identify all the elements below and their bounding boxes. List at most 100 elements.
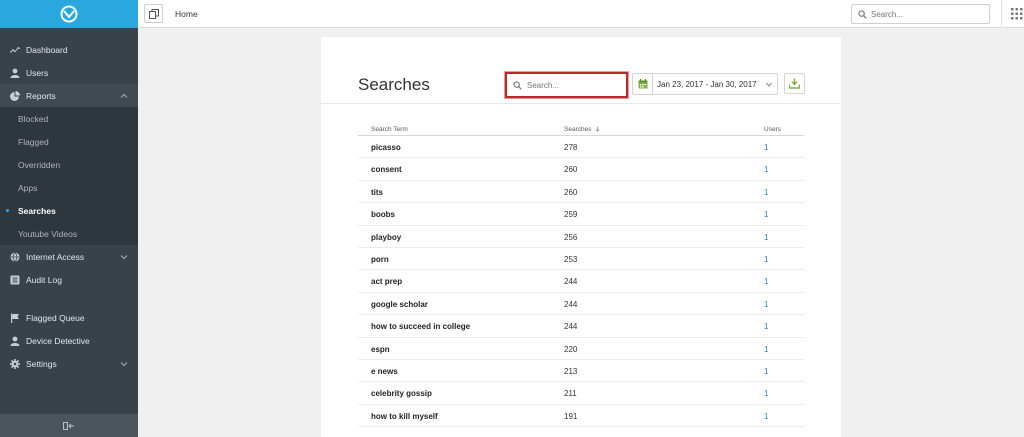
table-row[interactable]: tits 260 1: [358, 181, 804, 204]
global-search-input[interactable]: [871, 9, 981, 19]
reports-submenu: Blocked Flagged Overridden Apps Searches…: [0, 107, 138, 245]
search-term-cell: how to succeed in college: [371, 322, 471, 332]
search-term-cell: boobs: [371, 210, 395, 220]
search-term-cell: how to kill myself: [371, 411, 438, 421]
table-row[interactable]: how to kill myself 191 1: [358, 405, 804, 428]
user-icon: [10, 336, 20, 346]
date-range-picker[interactable]: Jan 23, 2017 - Jan 30, 2017: [632, 73, 778, 95]
sidebar-item-blocked[interactable]: Blocked: [0, 107, 138, 130]
search-term-cell: celebrity gossip: [371, 389, 432, 399]
searches-count-cell: 191: [564, 411, 578, 421]
apps-grid-icon[interactable]: [1011, 8, 1023, 20]
chart-line-icon: [10, 45, 20, 55]
column-header-users[interactable]: Users: [764, 126, 781, 133]
searches-search[interactable]: [505, 72, 628, 98]
column-header-searches[interactable]: Searches: [564, 126, 600, 133]
searches-count-cell: 259: [564, 210, 578, 220]
sidebar-item-flagged-queue[interactable]: Flagged Queue: [0, 306, 138, 329]
users-count-link[interactable]: 1: [764, 300, 768, 309]
search-term-cell: google scholar: [371, 299, 428, 309]
sidebar-item-label: Users: [26, 67, 49, 78]
table-row[interactable]: picasso 278 1: [358, 136, 804, 159]
table-row[interactable]: e news 213 1: [358, 360, 804, 383]
users-count-link[interactable]: 1: [764, 412, 768, 421]
gear-icon: [10, 358, 20, 369]
searches-count-cell: 256: [564, 232, 578, 242]
users-count-link[interactable]: 1: [764, 255, 768, 264]
search-term-cell: espn: [371, 344, 390, 354]
sidebar-item-overridden[interactable]: Overridden: [0, 153, 138, 176]
sidebar-item-label: Youtube Videos: [18, 228, 78, 239]
sidebar-item-searches[interactable]: Searches: [0, 199, 138, 222]
table-row[interactable]: porn 253 1: [358, 248, 804, 271]
chevron-down-icon: [120, 360, 128, 368]
sidebar-item-internet-access[interactable]: Internet Access: [0, 245, 138, 268]
searches-count-cell: 213: [564, 366, 578, 376]
sort-down-icon: [595, 126, 600, 132]
calendar-icon: [638, 79, 647, 89]
sidebar-item-audit-log[interactable]: Audit Log: [0, 268, 138, 291]
sidebar-item-settings[interactable]: Settings: [0, 352, 138, 375]
global-search[interactable]: [851, 4, 990, 24]
users-count-link[interactable]: 1: [764, 345, 768, 354]
calendar-button[interactable]: [633, 74, 653, 94]
users-count-link[interactable]: 1: [764, 210, 768, 219]
column-header-search-term[interactable]: Search Term: [371, 126, 408, 133]
window-toggle-button[interactable]: [144, 4, 163, 23]
searches-count-cell: 211: [564, 389, 577, 399]
search-term-cell: tits: [371, 187, 383, 197]
sidebar-item-reports[interactable]: Reports: [0, 84, 138, 107]
table-row[interactable]: act prep 244 1: [358, 270, 804, 293]
sidebar-item-label: Audit Log: [26, 274, 62, 285]
user-icon: [10, 68, 20, 78]
users-count-link[interactable]: 1: [764, 322, 768, 331]
users-count-link[interactable]: 1: [764, 143, 768, 152]
sidebar-item-youtube-videos[interactable]: Youtube Videos: [0, 222, 138, 245]
users-count-link[interactable]: 1: [764, 367, 768, 376]
table-row[interactable]: how to succeed in college 244 1: [358, 315, 804, 338]
users-count-link[interactable]: 1: [764, 277, 768, 286]
searches-search-input[interactable]: [527, 80, 622, 90]
breadcrumb-home[interactable]: Home: [175, 9, 198, 19]
card-header: Searches Jan 23, 2017 - Jan 30, 2017: [321, 37, 841, 104]
searches-count-cell: 220: [564, 344, 578, 354]
globe-icon: [10, 251, 20, 262]
sidebar-item-label: Blocked: [18, 113, 49, 124]
users-count-link[interactable]: 1: [764, 165, 768, 174]
users-count-link[interactable]: 1: [764, 188, 768, 197]
logo-bar[interactable]: [0, 0, 138, 28]
pie-chart-icon: [10, 90, 20, 101]
users-count-link[interactable]: 1: [764, 389, 768, 398]
sidebar-item-flagged[interactable]: Flagged: [0, 130, 138, 153]
table-row[interactable]: boobs 259 1: [358, 203, 804, 226]
table-row[interactable]: espn 220 1: [358, 338, 804, 360]
sidebar-item-label: Device Detective: [26, 335, 90, 346]
sidebar-item-apps[interactable]: Apps: [0, 176, 138, 199]
sidebar-item-label: Searches: [18, 205, 56, 216]
users-count-link[interactable]: 1: [764, 233, 768, 242]
collapse-sidebar-button[interactable]: [0, 414, 138, 437]
topbar: Home: [138, 0, 1024, 28]
table-row[interactable]: celebrity gossip 211 1: [358, 382, 804, 405]
searches-count-cell: 244: [564, 299, 578, 309]
chevron-up-icon: [120, 92, 128, 100]
table-row[interactable]: playboy 256 1: [358, 226, 804, 248]
searches-count-cell: 244: [564, 322, 578, 332]
sidebar-nav: Dashboard Users Reports Blocked Flagged …: [0, 28, 138, 375]
table-body: picasso 278 1 consent 260 1 tits 260 1 boobs 259 1 p…: [358, 136, 804, 428]
sidebar-item-users[interactable]: Users: [0, 61, 138, 84]
sidebar-item-device-detective[interactable]: Device Detective: [0, 329, 138, 352]
collapse-icon: [63, 421, 74, 430]
flag-icon: [10, 313, 20, 323]
chevron-down-icon: [766, 82, 772, 87]
sidebar-item-label: Apps: [18, 182, 38, 193]
sidebar-item-dashboard[interactable]: Dashboard: [0, 38, 138, 61]
search-term-cell: e news: [371, 366, 398, 376]
search-term-cell: consent: [371, 165, 402, 175]
sidebar-item-label: Dashboard: [26, 44, 68, 55]
table-row[interactable]: consent 260 1: [358, 158, 804, 181]
export-button[interactable]: [784, 73, 805, 94]
column-header-label: Searches: [564, 126, 592, 133]
table-row[interactable]: google scholar 244 1: [358, 293, 804, 316]
searches-count-cell: 260: [564, 187, 578, 197]
